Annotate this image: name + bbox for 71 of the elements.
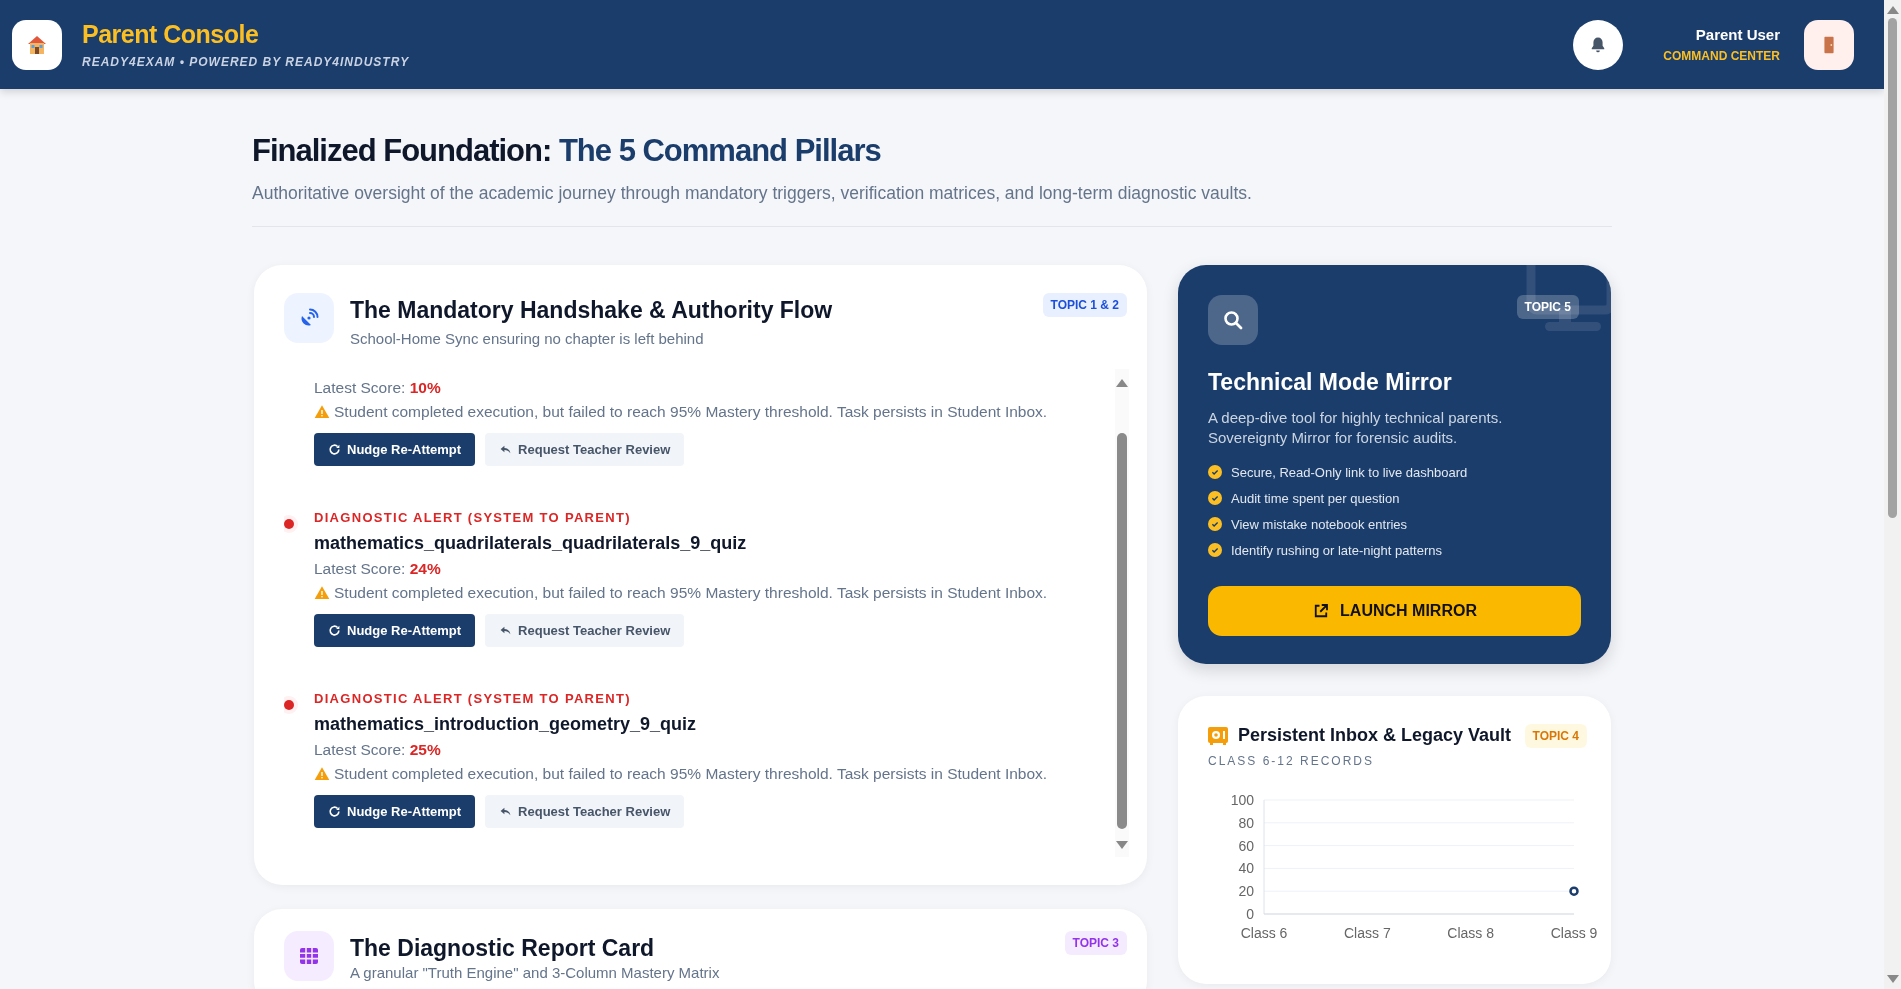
- user-name: Parent User: [1695, 26, 1780, 43]
- check-icon: [1208, 543, 1222, 557]
- data-point: [1569, 885, 1579, 896]
- card-title: The Diagnostic Report Card: [350, 935, 656, 962]
- redo-icon: [328, 443, 341, 456]
- x-tick-label: Class 7: [1344, 924, 1391, 941]
- card-title: The Mandatory Handshake & Authority Flow: [350, 297, 834, 324]
- satellite-dish-icon: [284, 293, 334, 343]
- alert-dot: [284, 519, 294, 529]
- warning-icon: [314, 766, 330, 782]
- card-caption: CLASS 6-12 RECORDS: [1208, 753, 1376, 768]
- list-scrollbar[interactable]: [1115, 369, 1129, 857]
- redo-icon: [328, 624, 341, 637]
- y-tick-label: 100: [1230, 791, 1254, 808]
- nudge-button[interactable]: Nudge Re-Attempt: [314, 795, 476, 828]
- check-icon: [1208, 465, 1222, 479]
- y-tick-label: 20: [1238, 882, 1254, 899]
- external-link-icon: [1312, 601, 1331, 620]
- card-subtitle: A granular "Truth Engine" and 3-Column Mastery Matrix: [350, 964, 721, 981]
- search-icon: [1208, 295, 1258, 345]
- user-role: COMMAND CENTER: [1663, 49, 1780, 63]
- x-tick-label: Class 9: [1550, 924, 1598, 941]
- quiz-title: mathematics_introduction_geometry_9_quiz: [314, 714, 698, 735]
- nudge-button[interactable]: Nudge Re-Attempt: [314, 433, 476, 466]
- latest-score: Latest Score: 24%: [314, 560, 442, 578]
- y-tick-label: 60: [1238, 837, 1254, 854]
- check-icon: [1208, 491, 1222, 505]
- alert-label: DIAGNOSTIC ALERT (SYSTEM TO PARENT): [314, 510, 632, 525]
- page-scrollbar[interactable]: [1884, 0, 1901, 989]
- x-tick-label: Class 6: [1240, 924, 1288, 941]
- safe-icon: [1208, 726, 1228, 745]
- review-button[interactable]: Request Teacher Review: [485, 433, 685, 466]
- feature-item: Identify rushing or late-night patterns: [1231, 542, 1442, 558]
- latest-score: Latest Score: 10%: [314, 379, 442, 397]
- card-title: Persistent Inbox & Legacy Vault: [1238, 725, 1513, 746]
- feature-item: Secure, Read-Only link to live dashboard: [1231, 464, 1468, 480]
- alert-label: DIAGNOSTIC ALERT (SYSTEM TO PARENT): [314, 691, 632, 706]
- alert-message: Student completed execution, but failed to reach 95% Mastery threshold. Task persists in Student Inbox.: [334, 584, 1048, 602]
- warning-icon: [314, 585, 330, 601]
- topic-badge: TOPIC 3: [1064, 931, 1127, 955]
- topic-badge: TOPIC 5: [1516, 295, 1579, 319]
- nudge-button[interactable]: Nudge Re-Attempt: [314, 614, 476, 647]
- page-description: Authoritative oversight of the academic journey through mandatory triggers, verification matrices, and long-term diagnostic vaults.: [252, 183, 1253, 204]
- door-icon[interactable]: [1804, 19, 1854, 70]
- y-tick-label: 80: [1238, 814, 1254, 831]
- card-subtitle: School-Home Sync ensuring no chapter is left behind: [350, 330, 705, 347]
- quiz-title: mathematics_quadrilaterals_quadrilaterals_9_quiz: [314, 533, 748, 554]
- page-title: Finalized Foundation: The 5 Command Pillars: [252, 133, 882, 169]
- review-button[interactable]: Request Teacher Review: [485, 614, 685, 647]
- topic-badge: TOPIC 1 & 2: [1042, 293, 1127, 317]
- topic-badge: TOPIC 4: [1524, 723, 1587, 748]
- card-title: Technical Mode Mirror: [1208, 369, 1453, 396]
- card-description: A deep-dive tool for highly technical parents. Sovereignty Mirror for forensic audits.: [1208, 408, 1504, 449]
- redo-icon: [328, 805, 341, 818]
- y-tick-label: 0: [1246, 905, 1254, 922]
- check-icon: [1208, 517, 1222, 531]
- alert-dot: [284, 700, 294, 710]
- warning-icon: [314, 404, 330, 420]
- feature-item: Audit time spent per question: [1231, 490, 1400, 506]
- y-tick-label: 40: [1238, 859, 1254, 876]
- alert-message: Student completed execution, but failed to reach 95% Mastery threshold. Task persists in Student Inbox.: [334, 403, 1048, 421]
- grid-icon: [284, 931, 334, 981]
- x-tick-label: Class 8: [1447, 924, 1494, 941]
- review-button[interactable]: Request Teacher Review: [485, 795, 685, 828]
- latest-score: Latest Score: 25%: [314, 741, 442, 759]
- house-icon[interactable]: [12, 19, 62, 70]
- app-title: Parent Console: [82, 20, 260, 49]
- feature-item: View mistake notebook entries: [1231, 516, 1408, 532]
- app-tagline: READY4EXAM • POWERED BY READY4INDUSTRY: [82, 55, 410, 69]
- alert-message: Student completed execution, but failed to reach 95% Mastery threshold. Task persists in Student Inbox.: [334, 765, 1048, 783]
- launch-mirror-button[interactable]: LAUNCH MIRROR: [1208, 585, 1581, 636]
